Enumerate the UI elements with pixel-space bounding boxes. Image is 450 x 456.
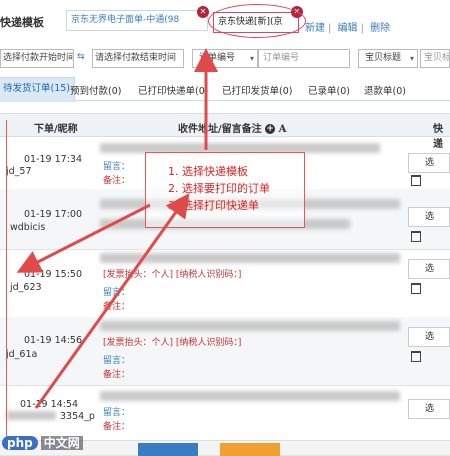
site-watermark: php 中文网 xyxy=(2,434,83,454)
bottom-button-1[interactable] xyxy=(138,443,198,456)
watermark-badge: php xyxy=(2,436,38,450)
arrow-to-orders xyxy=(16,203,151,273)
bottom-button-2[interactable] xyxy=(220,443,280,456)
watermark-text: 中文网 xyxy=(40,436,83,450)
arrow-to-print xyxy=(34,193,190,409)
annotation-arrows xyxy=(16,48,218,409)
